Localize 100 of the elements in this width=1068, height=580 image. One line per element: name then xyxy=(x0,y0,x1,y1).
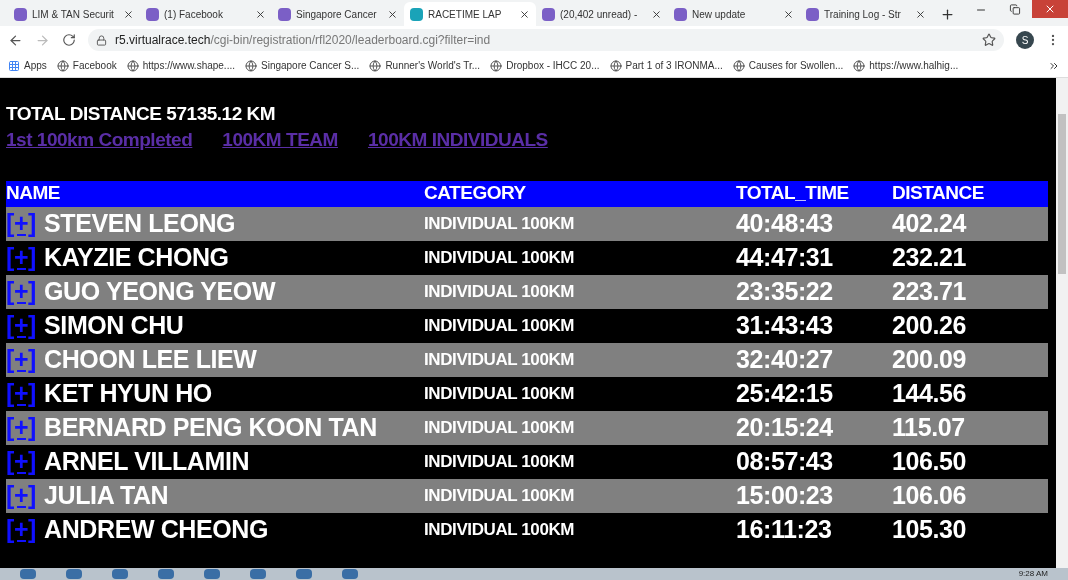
taskbar-app-icon[interactable] xyxy=(112,569,128,579)
category-cell-text: INDIVIDUAL 100KM xyxy=(424,314,576,337)
time-cell-text: 25:42:15 xyxy=(736,377,834,409)
time-cell-text: 08:57:43 xyxy=(736,445,834,477)
taskbar-app-icon[interactable] xyxy=(250,569,266,579)
distance-cell-text: 402.24 xyxy=(892,207,968,239)
runner-name: ARNEL VILLAMIN xyxy=(44,445,250,477)
close-icon[interactable] xyxy=(651,8,662,20)
globe-icon xyxy=(732,59,745,72)
globe-icon xyxy=(126,59,139,72)
time-cell-text: 31:43:43 xyxy=(736,309,834,341)
browser-tab[interactable]: LIM & TAN Securit xyxy=(8,2,140,26)
back-icon[interactable] xyxy=(8,32,23,48)
bookmark-item[interactable]: Dropbox - IHCC 20... xyxy=(490,58,600,73)
bookmark-item[interactable]: Apps xyxy=(8,58,47,73)
browser-tab[interactable]: Singapore Cancer xyxy=(272,2,404,26)
close-icon[interactable] xyxy=(783,8,794,20)
tab-title: New update xyxy=(692,7,747,22)
bookmark-item[interactable]: https://www.halhig... xyxy=(853,58,959,73)
runner-name: GUO YEONG YEOW xyxy=(44,275,276,307)
address-bar[interactable]: r5.virtualrace.tech/cgi-bin/registration/rfl2020/leaderboard.cgi?filter=ind xyxy=(88,29,1004,51)
globe-icon xyxy=(56,59,69,72)
tab-title: (20,402 unread) - xyxy=(560,7,639,22)
tab-favicon-icon xyxy=(674,7,687,21)
runner-name: ANDREW CHEONG xyxy=(44,513,269,545)
distance-cell-text: 200.26 xyxy=(892,309,968,341)
taskbar-app-icon[interactable] xyxy=(204,569,220,579)
tab-favicon-icon xyxy=(14,7,27,21)
taskbar-app-icon[interactable] xyxy=(66,569,82,579)
category-cell-text: INDIVIDUAL 100KM xyxy=(424,484,576,507)
tab-favicon-icon xyxy=(806,7,819,21)
runner-name: BERNARD PENG KOON TAN xyxy=(44,411,377,443)
tab-title: Singapore Cancer xyxy=(296,7,378,22)
tab-title: (1) Facebook xyxy=(164,7,224,22)
category-cell-text: INDIVIDUAL 100KM xyxy=(424,280,576,303)
close-icon xyxy=(1044,3,1056,15)
distance-cell-text: 106.06 xyxy=(892,479,968,511)
globe-icon xyxy=(245,59,257,72)
tab-favicon-icon xyxy=(542,7,555,21)
time-cell-text: 16:11:23 xyxy=(736,513,833,545)
taskbar-app-icon[interactable] xyxy=(296,569,312,579)
taskbar-app-icon[interactable] xyxy=(342,569,358,579)
runner-name: JULIA TAN xyxy=(44,479,169,511)
bookmark-star-icon[interactable] xyxy=(982,33,996,47)
distance-cell-text: 232.21 xyxy=(892,241,968,273)
category-cell-text: INDIVIDUAL 100KM xyxy=(424,348,576,371)
bookmark-item[interactable]: Facebook xyxy=(56,58,117,73)
runner-name: SIMON CHU xyxy=(44,309,184,341)
browser-tab[interactable]: Training Log - Str xyxy=(800,2,932,26)
distance-cell-text: 105.30 xyxy=(892,513,968,545)
category-cell-text: INDIVIDUAL 100KM xyxy=(424,416,576,439)
time-cell-text: 40:48:43 xyxy=(736,207,834,239)
total-distance: TOTAL DISTANCE 57135.12 KM xyxy=(6,102,277,126)
globe-icon xyxy=(853,59,866,72)
category-cell-text: INDIVIDUAL 100KM xyxy=(424,382,576,405)
bookmark-item[interactable]: Singapore Cancer S... xyxy=(245,58,360,73)
close-icon[interactable] xyxy=(915,8,926,20)
lock-icon xyxy=(96,34,107,46)
tab-title: Training Log - Str xyxy=(824,7,902,22)
apps-grid-icon xyxy=(8,59,20,72)
category-cell-text: INDIVIDUAL 100KM xyxy=(424,450,576,473)
close-icon[interactable] xyxy=(123,8,134,20)
runner-name: STEVEN LEONG xyxy=(44,207,236,239)
category-cell-text: INDIVIDUAL 100KM xyxy=(424,212,576,235)
runner-name: CHOON LEE LIEW xyxy=(44,343,257,375)
column-header: CATEGORY xyxy=(424,181,527,206)
close-icon[interactable] xyxy=(519,8,530,20)
time-cell-text: 20:15:24 xyxy=(736,411,834,443)
time-cell-text: 23:35:22 xyxy=(736,275,834,307)
bookmark-item[interactable]: Part 1 of 3 IRONMA... xyxy=(609,58,723,73)
close-icon[interactable] xyxy=(255,8,266,20)
distance-cell-text: 144.56 xyxy=(892,377,968,409)
scrollbar[interactable] xyxy=(1056,78,1068,568)
tab-title: RACETIME LAP xyxy=(428,7,503,22)
runner-name: KET HYUN HO xyxy=(44,377,212,409)
tab-favicon-icon xyxy=(146,7,159,21)
globe-icon xyxy=(609,59,622,72)
browser-tab[interactable]: (20,402 unread) - xyxy=(536,2,668,26)
browser-tab[interactable]: New update xyxy=(668,2,800,26)
clock: 9:28 AM xyxy=(1018,569,1048,579)
time-cell-text: 15:00:23 xyxy=(736,479,834,511)
close-icon[interactable] xyxy=(387,8,398,20)
browser-tab[interactable]: RACETIME LAP xyxy=(404,2,536,26)
distance-cell-text: 106.50 xyxy=(892,445,968,477)
reload-icon[interactable] xyxy=(62,33,76,47)
browser-tab[interactable]: (1) Facebook xyxy=(140,2,272,26)
column-header: DISTANCE xyxy=(892,181,985,206)
bookmark-item[interactable]: Causes for Swollen... xyxy=(732,58,844,73)
taskbar-app-icon[interactable] xyxy=(20,569,36,579)
distance-cell-text: 115.07 xyxy=(892,411,966,443)
bookmark-item[interactable]: Runner's World's Tr... xyxy=(369,58,481,73)
time-cell-text: 44:47:31 xyxy=(736,241,834,273)
taskbar-app-icon[interactable] xyxy=(158,569,174,579)
profile-avatar[interactable]: S xyxy=(1016,31,1034,49)
category-cell-text: INDIVIDUAL 100KM xyxy=(424,518,576,541)
distance-cell-text: 200.09 xyxy=(892,343,968,375)
bookmark-item[interactable]: https://www.shape.... xyxy=(126,58,235,73)
column-header: NAME xyxy=(6,181,62,206)
new-tab-icon[interactable] xyxy=(940,7,955,22)
distance-cell-text: 223.71 xyxy=(892,275,968,307)
